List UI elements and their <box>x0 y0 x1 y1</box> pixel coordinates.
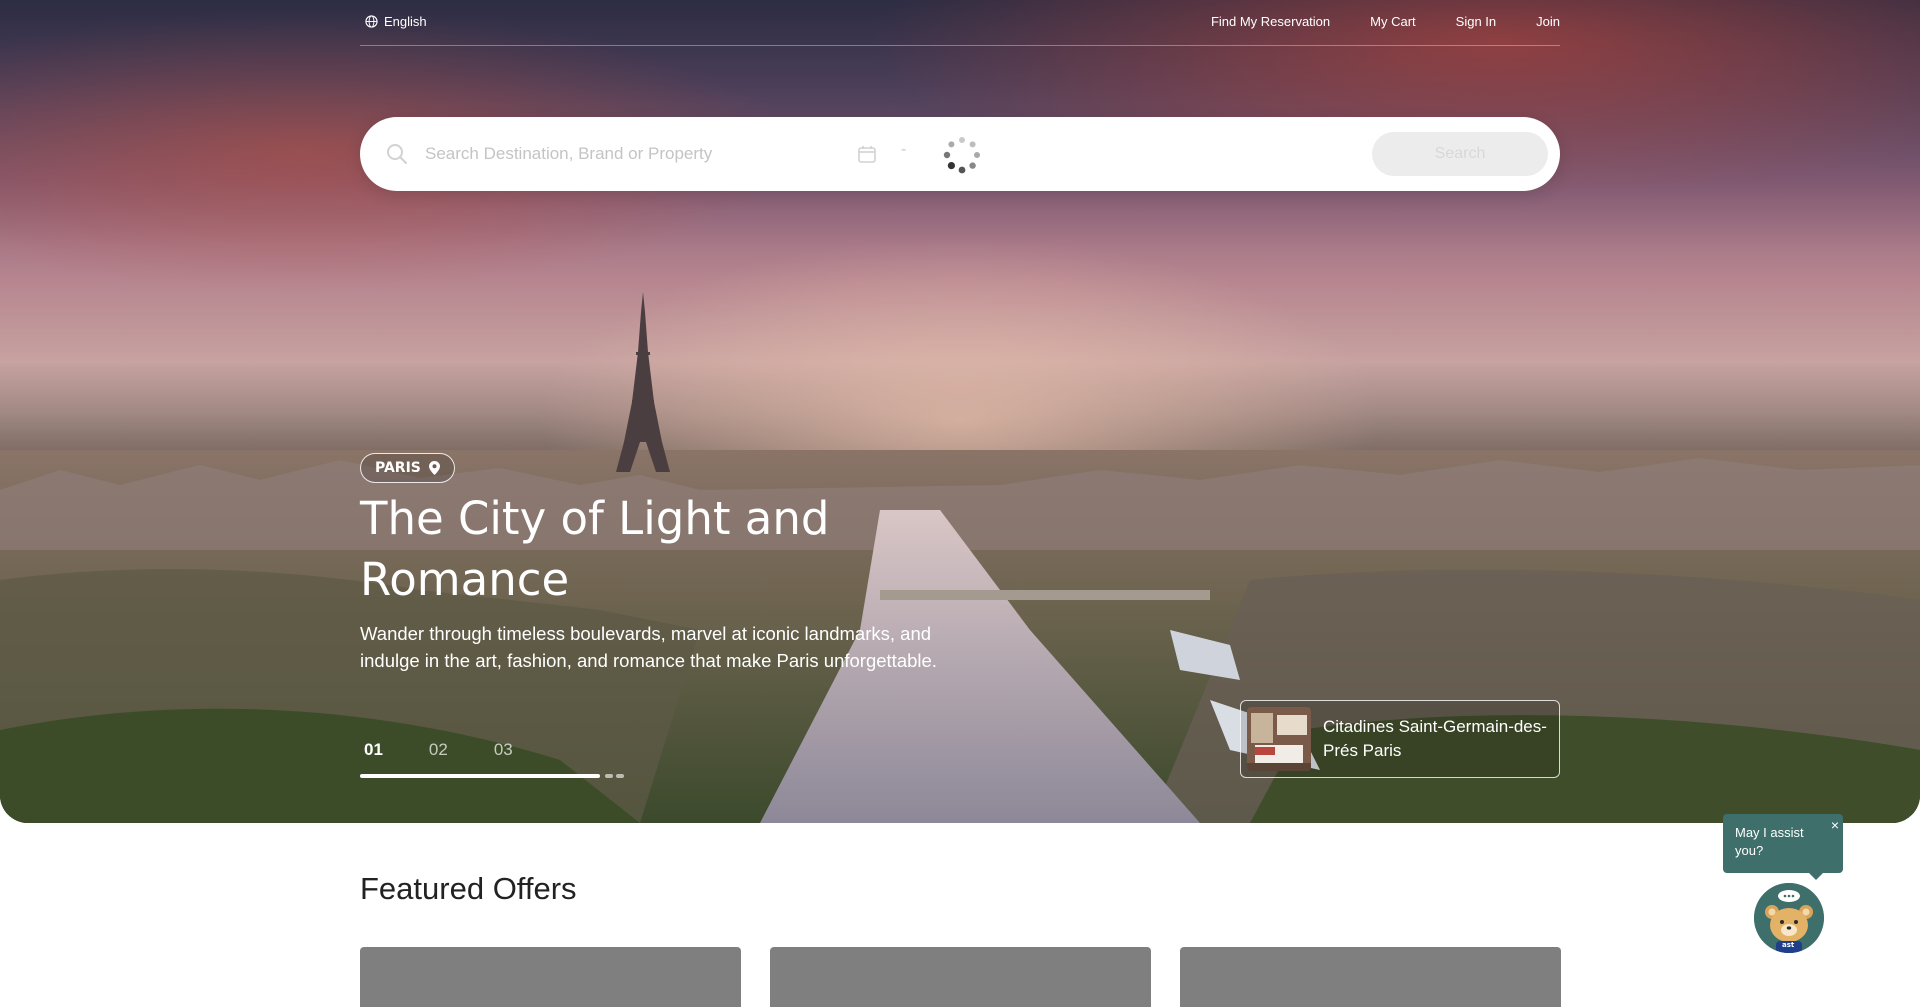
slide-selector: 01 02 03 <box>364 740 513 760</box>
close-icon[interactable]: × <box>1831 816 1839 834</box>
offer-card[interactable] <box>1180 947 1561 1007</box>
paris-cityscape-image <box>0 450 1920 823</box>
join-link[interactable]: Join <box>1536 14 1560 29</box>
search-icon <box>387 144 407 164</box>
find-reservation-link[interactable]: Find My Reservation <box>1211 14 1330 29</box>
destination-search-input[interactable] <box>425 139 845 169</box>
slide-progress-dot <box>616 774 624 778</box>
loading-spinner-icon <box>943 137 980 174</box>
slide-tab-3[interactable]: 03 <box>494 740 513 760</box>
featured-hotel-card[interactable]: Citadines Saint-Germain-des-Prés Paris <box>1240 700 1560 778</box>
location-badge: PARIS <box>360 453 455 483</box>
account-nav: Find My Reservation My Cart Sign In Join <box>1211 14 1560 29</box>
map-pin-icon <box>428 461 440 475</box>
hotel-thumbnail-image <box>1247 707 1311 771</box>
hero-subtitle: Wander through timeless boulevards, marv… <box>360 623 937 671</box>
search-bar: - Search <box>360 117 1560 191</box>
calendar-icon[interactable] <box>857 144 877 164</box>
language-selector[interactable]: English <box>365 14 427 29</box>
chat-prompt-text: May I assist you? <box>1735 825 1804 858</box>
my-cart-link[interactable]: My Cart <box>1370 14 1416 29</box>
hero-title: The City of Light and Romance <box>360 492 830 606</box>
slide-tab-1[interactable]: 01 <box>364 740 383 760</box>
featured-offers-heading: Featured Offers <box>360 871 577 906</box>
top-navigation: English Find My Reservation My Cart Sign… <box>360 0 1560 46</box>
hero-banner: English Find My Reservation My Cart Sign… <box>0 0 1920 823</box>
sign-in-link[interactable]: Sign In <box>1456 14 1496 29</box>
search-button[interactable]: Search <box>1372 132 1548 176</box>
globe-icon <box>365 15 378 28</box>
featured-hotel-name: Citadines Saint-Germain-des-Prés Paris <box>1323 717 1547 760</box>
avatar-badge-text: ast <box>1782 941 1795 949</box>
offer-card[interactable] <box>360 947 741 1007</box>
slide-progress-bar <box>360 774 600 778</box>
eiffel-tower-image <box>616 292 670 472</box>
language-label: English <box>384 14 427 29</box>
chat-assistant-avatar[interactable]: ast <box>1754 883 1824 953</box>
offer-card[interactable] <box>770 947 1151 1007</box>
slide-tab-2[interactable]: 02 <box>429 740 448 760</box>
location-badge-label: PARIS <box>375 460 421 476</box>
slide-progress-dot <box>605 774 613 778</box>
chat-prompt-bubble[interactable]: May I assist you? × <box>1723 814 1843 880</box>
date-range-separator: - <box>901 141 907 158</box>
